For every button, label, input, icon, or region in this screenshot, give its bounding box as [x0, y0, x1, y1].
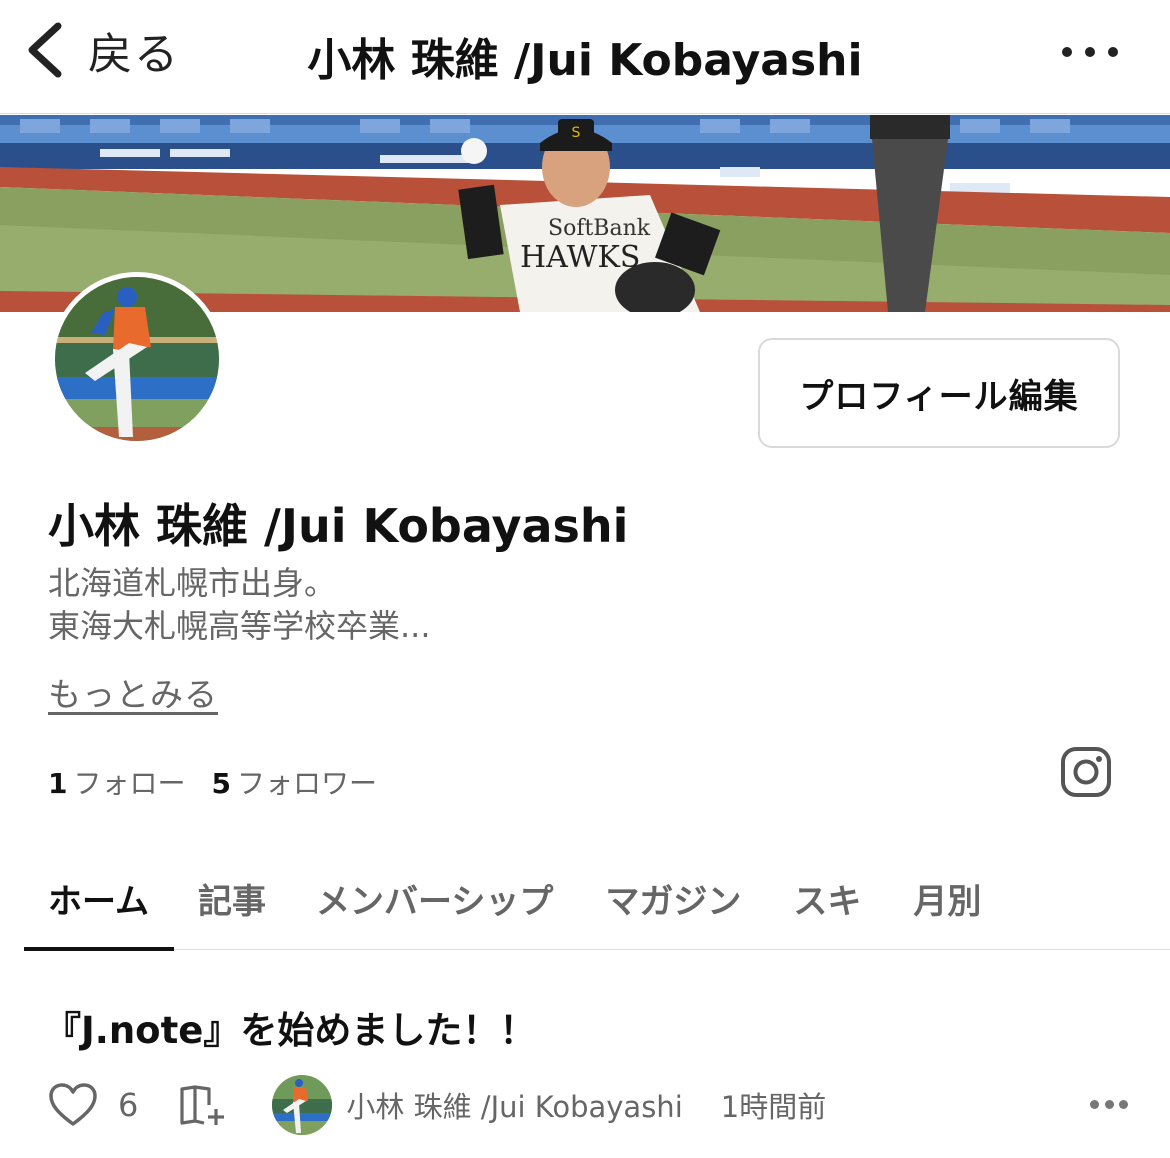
profile-tabs: ホーム 記事 メンバーシップ マガジン スキ 月別: [24, 846, 1170, 951]
following-link[interactable]: 1 フォロー: [48, 762, 186, 802]
tab-articles[interactable]: 記事: [198, 846, 266, 950]
article-title[interactable]: 『J.note』を始めました！！: [44, 1000, 536, 1054]
tab-membership[interactable]: メンバーシップ: [316, 846, 553, 950]
like-count: 6: [118, 1086, 139, 1124]
nav-bar: 戻る 小林 珠維 /Jui Kobayashi: [0, 0, 1170, 114]
magazine-add-icon[interactable]: [178, 1083, 226, 1127]
tab-home[interactable]: ホーム: [24, 846, 174, 951]
instagram-icon[interactable]: [1060, 746, 1112, 798]
bio-line: 北海道札幌市出身。: [48, 564, 337, 602]
profile-bio: 北海道札幌市出身。 東海大札幌高等学校卒業...: [48, 562, 431, 648]
more-dots-icon[interactable]: [1062, 30, 1118, 74]
followers-link[interactable]: 5 フォロワー: [212, 762, 378, 802]
followers-label: フォロワー: [236, 767, 377, 800]
tab-likes[interactable]: スキ: [793, 846, 861, 950]
show-more-link[interactable]: もっとみる: [48, 668, 218, 716]
svg-text:HAWKS: HAWKS: [520, 240, 640, 275]
tab-monthly[interactable]: 月別: [913, 846, 981, 950]
profile-name: 小林 珠維 /Jui Kobayashi: [48, 499, 629, 553]
avatar: [50, 272, 224, 446]
author-name[interactable]: 小林 珠維 /Jui Kobayashi: [346, 1084, 682, 1126]
author-avatar[interactable]: [272, 1075, 333, 1135]
article-time: 1時間前: [720, 1090, 827, 1124]
edit-profile-button[interactable]: プロフィール編集: [758, 338, 1120, 448]
bio-line: 東海大札幌高等学校卒業...: [48, 607, 431, 645]
following-count: 1: [48, 767, 68, 800]
page-title: 小林 珠維 /Jui Kobayashi: [307, 35, 863, 86]
following-label: フォロー: [73, 767, 186, 800]
article-meta: 6 小林 珠維 /Jui Kobayashi 1時間前: [48, 1070, 1128, 1140]
more-dots-icon[interactable]: [1090, 1100, 1128, 1110]
follow-stats: 1 フォロー 5 フォロワー: [48, 762, 377, 802]
tab-magazine[interactable]: マガジン: [605, 846, 741, 950]
followers-count: 5: [211, 767, 231, 800]
heart-icon[interactable]: [48, 1082, 98, 1128]
svg-text:SoftBank: SoftBank: [548, 216, 651, 241]
svg-text:S: S: [572, 125, 581, 141]
